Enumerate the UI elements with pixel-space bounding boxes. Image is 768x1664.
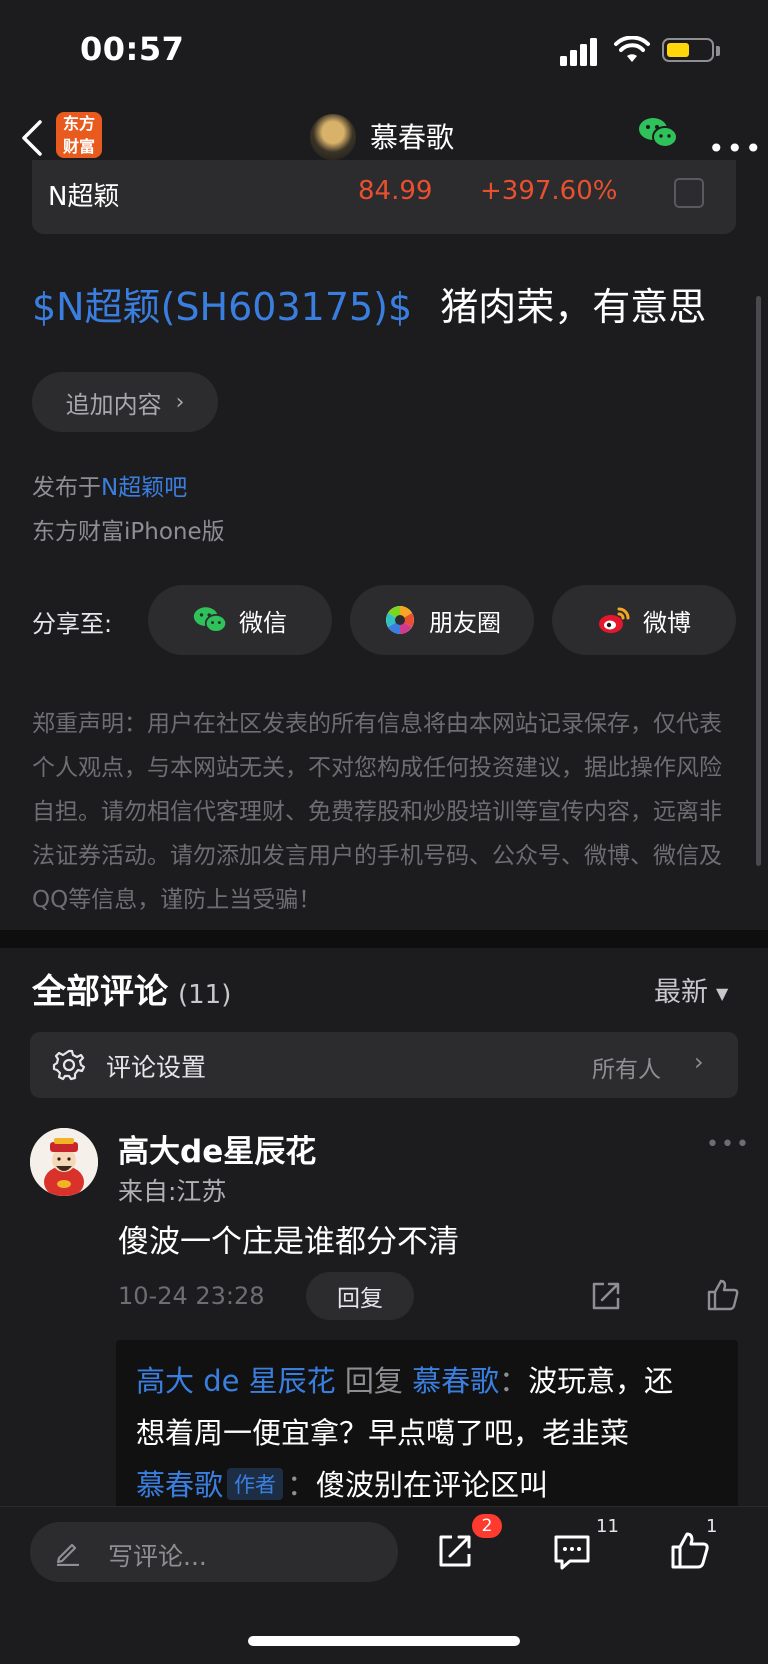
cellular-signal-icon xyxy=(560,38,597,66)
append-content-label: 追加内容 xyxy=(65,390,162,419)
published-prefix: 发布于 xyxy=(32,475,101,501)
reply-user[interactable]: 高大 de 星辰花 xyxy=(136,1364,336,1398)
comment-text: 傻波一个庄是谁都分不清 xyxy=(118,1224,459,1260)
app-logo[interactable]: 东方 财富 xyxy=(56,112,102,158)
wifi-icon xyxy=(614,36,650,62)
share-wechat-label: 微信 xyxy=(239,608,287,637)
author-badge: 作者 xyxy=(227,1468,284,1500)
share-wechat-button[interactable]: 微信 xyxy=(148,585,332,655)
weibo-icon xyxy=(599,607,630,633)
thumbs-up-icon[interactable] xyxy=(670,1530,710,1570)
wechat-icon xyxy=(193,607,227,633)
reply-user[interactable]: 慕春歌 xyxy=(136,1468,223,1502)
comment-settings-label: 评论设置 xyxy=(106,1053,207,1082)
comment-settings-value: 所有人 xyxy=(592,1057,661,1083)
share-label: 分享至: xyxy=(32,610,113,638)
reply-target[interactable]: 慕春歌 xyxy=(412,1364,499,1398)
comment-time: 10-24 23:28 xyxy=(118,1282,265,1310)
reply-button[interactable]: 回复 xyxy=(306,1272,414,1320)
section-divider xyxy=(0,930,768,948)
append-content-button[interactable]: 追加内容 › xyxy=(32,372,218,432)
reply-item-cont: 想着周一便宜拿？早点噶了吧，老韭菜 xyxy=(136,1410,629,1452)
chevron-right-icon: › xyxy=(175,389,185,415)
comments-count: (11) xyxy=(178,980,232,1010)
commenter-location: 来自:江苏 xyxy=(118,1177,227,1206)
comment-bubble-icon[interactable] xyxy=(552,1532,592,1572)
share-weibo-label: 微博 xyxy=(643,608,691,637)
stock-price: 84.99 xyxy=(358,176,433,206)
post-device: 东方财富iPhone版 xyxy=(32,519,225,545)
reply-item[interactable]: 高大 de 星辰花 回复 慕春歌：波玩意，还 xyxy=(136,1358,673,1400)
app-logo-line1: 东方 xyxy=(62,113,95,133)
more-options-icon[interactable]: ••• xyxy=(708,132,764,165)
share-moments-label: 朋友圈 xyxy=(429,608,501,637)
sort-label: 最新 xyxy=(654,977,708,1008)
watchlist-checkbox-icon[interactable] xyxy=(674,178,704,208)
chevron-right-icon: › xyxy=(694,1048,704,1076)
back-chevron-icon[interactable] xyxy=(20,118,44,158)
gear-icon xyxy=(52,1049,86,1081)
caret-down-icon: ▼ xyxy=(716,984,729,1003)
stock-name: N超颖 xyxy=(48,182,120,212)
wechat-icon[interactable] xyxy=(638,116,678,150)
sort-dropdown[interactable]: 最新 ▼ xyxy=(654,970,728,1009)
app-logo-line2: 财富 xyxy=(62,136,95,156)
stock-change-pct: +397.60% xyxy=(480,176,618,206)
comments-header: 全部评论 (11) xyxy=(32,964,231,1013)
moments-aperture-icon xyxy=(386,606,414,634)
pencil-icon xyxy=(56,1543,79,1566)
post-body: $N超颖(SH603175)$ 猪肉荣，有意思 xyxy=(32,276,706,331)
post-text: 猪肉荣，有意思 xyxy=(440,285,707,329)
status-time: 00:57 xyxy=(80,30,185,68)
commenter-name[interactable]: 高大de星辰花 xyxy=(118,1126,316,1171)
share-icon[interactable] xyxy=(436,1532,474,1570)
reply-verb: 回复 xyxy=(344,1364,403,1398)
reply-colon: ： xyxy=(499,1364,529,1398)
home-indicator[interactable] xyxy=(248,1636,520,1646)
share-icon[interactable] xyxy=(590,1280,622,1312)
share-moments-button[interactable]: 朋友圈 xyxy=(350,585,534,655)
reply-item[interactable]: 慕春歌 作者 ：傻波别在评论区叫 xyxy=(136,1462,548,1504)
comment-input[interactable] xyxy=(30,1522,398,1582)
battery-icon xyxy=(662,38,714,62)
disclaimer: 郑重声明：用户在社区发表的所有信息将由本网站记录保存，仅代表个人观点，与本网站无… xyxy=(32,711,722,913)
comments-title: 全部评论 xyxy=(32,972,168,1012)
commenter-avatar[interactable] xyxy=(30,1128,98,1196)
reply-text-line1: 波玩意，还 xyxy=(528,1364,674,1398)
comment-more-icon[interactable]: ••• xyxy=(706,1132,751,1157)
stock-link[interactable]: $N超颖(SH603175)$ xyxy=(32,285,412,329)
reply-text: 傻波别在评论区叫 xyxy=(316,1468,549,1502)
battery-nub xyxy=(716,46,720,56)
thumbs-up-icon[interactable] xyxy=(706,1278,740,1312)
comment-input-placeholder: 写评论... xyxy=(108,1542,207,1571)
share-weibo-button[interactable]: 微博 xyxy=(552,585,736,655)
caishen-avatar-icon xyxy=(30,1128,98,1196)
reply-colon: ： xyxy=(287,1468,317,1502)
scrollbar[interactable] xyxy=(756,296,761,866)
reply-text-line2: 想着周一便宜拿？早点噶了吧，老韭菜 xyxy=(136,1416,630,1450)
forum-link[interactable]: N超颖吧 xyxy=(101,475,187,501)
like-count: 1 xyxy=(706,1516,718,1537)
published-in: 发布于N超颖吧 xyxy=(32,468,187,502)
page-title[interactable]: 慕春歌 xyxy=(370,116,454,156)
comment-count: 11 xyxy=(596,1516,619,1537)
share-count-badge: 2 xyxy=(472,1514,502,1538)
author-avatar[interactable] xyxy=(310,114,356,160)
